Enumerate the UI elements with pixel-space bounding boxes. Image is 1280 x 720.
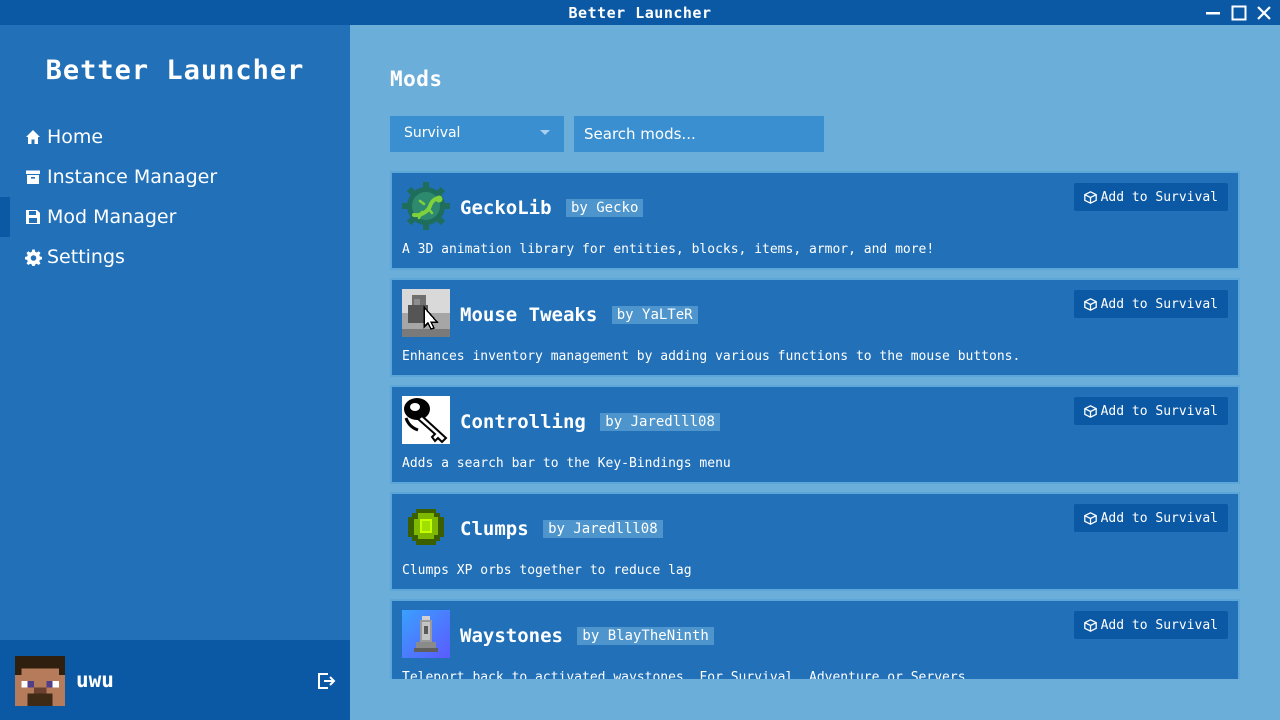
gecko-logo-icon [402,182,450,230]
mod-description: Enhances inventory management by adding … [402,349,1021,364]
xp-orb-icon [408,509,444,545]
mod-list: GeckoLib by Gecko A 3D animation library… [390,171,1240,679]
chevron-down-icon [540,130,550,135]
mod-card-mouse-tweaks: Mouse Tweaks by YaLTeR Enhances inventor… [390,278,1240,377]
title-bar: Better Launcher [0,0,1280,25]
sidebar-item-instance-manager[interactable]: Instance Manager [0,157,350,197]
add-to-instance-button[interactable]: Add to Survival [1073,183,1228,211]
app-brand: Better Launcher [45,55,305,86]
mod-title: Mouse Tweaks by YaLTeR [460,304,698,326]
box-icon [1083,297,1097,311]
avatar [15,656,65,706]
add-button-label: Add to Survival [1100,510,1218,526]
mod-author: by Gecko [565,199,644,217]
mod-description: Adds a search bar to the Key-Bindings me… [402,456,731,471]
mod-card-geckolib: GeckoLib by Gecko A 3D animation library… [390,171,1240,270]
sidebar-item-label: Settings [47,246,125,268]
close-button[interactable] [1251,0,1277,25]
search-input[interactable] [574,116,824,152]
add-to-instance-button[interactable]: Add to Survival [1073,611,1228,639]
mod-description: A 3D animation library for entities, blo… [402,242,935,257]
sidebar-item-mod-manager[interactable]: Mod Manager [0,197,350,237]
page-title: Mods [390,67,443,91]
sidebar-item-label: Home [47,126,104,148]
maximize-icon [1231,5,1247,20]
add-button-label: Add to Survival [1100,189,1218,205]
key-icon [402,396,450,444]
sidebar-item-settings[interactable]: Settings [0,237,350,277]
minimize-icon [1206,11,1220,14]
mod-name: Waystones [460,625,563,647]
home-icon [24,128,42,146]
mod-card-waystones: Waystones by BlayTheNinth Teleport back … [390,599,1240,679]
add-to-instance-button[interactable]: Add to Survival [1073,290,1228,318]
mod-author: by BlayTheNinth [577,627,714,645]
sidebar: Better Launcher Home Instance Manager Mo… [0,25,350,720]
box-icon [1083,404,1097,418]
mod-description: Teleport back to activated waystones. Fo… [402,670,974,679]
add-to-instance-button[interactable]: Add to Survival [1073,397,1228,425]
mod-name: Mouse Tweaks [460,304,598,326]
sidebar-nav: Home Instance Manager Mod Manager Settin… [0,117,350,277]
mod-title: Clumps by Jaredlll08 [460,518,663,540]
waystone-icon [402,610,450,658]
gear-icon [24,248,42,266]
main-content: Mods Survival Search mods... GeckoLib by… [350,25,1280,720]
box-icon [1083,190,1097,204]
mod-name: Clumps [460,518,529,540]
mod-name: GeckoLib [460,197,552,219]
box-icon [1083,511,1097,525]
sidebar-item-home[interactable]: Home [0,117,350,157]
mod-title: Controlling by Jaredlll08 [460,411,720,433]
floppy-icon [24,208,42,226]
mod-title: Waystones by BlayTheNinth [460,625,714,647]
mod-card-clumps: Clumps by Jaredlll08 Clumps XP orbs toge… [390,492,1240,591]
add-button-label: Add to Survival [1100,403,1218,419]
add-button-label: Add to Survival [1100,296,1218,312]
add-button-label: Add to Survival [1100,617,1218,633]
mod-author: by Jaredlll08 [543,520,663,538]
username: uwu [76,668,114,692]
user-panel: uwu [0,640,350,720]
close-icon [1257,5,1271,20]
box-icon [1083,618,1097,632]
instance-select-value: Survival [404,125,461,141]
sidebar-item-label: Instance Manager [47,166,218,188]
add-to-instance-button[interactable]: Add to Survival [1073,504,1228,532]
maximize-button[interactable] [1226,0,1252,25]
mod-author: by YaLTeR [611,306,698,324]
logout-icon[interactable] [316,671,336,691]
mod-card-controlling: Controlling by Jaredlll08 Adds a search … [390,385,1240,484]
minimize-button[interactable] [1200,0,1226,25]
instance-select[interactable]: Survival [390,116,564,152]
mod-title: GeckoLib by Gecko [460,197,644,219]
mouse-cursor-icon [402,289,450,337]
sidebar-item-label: Mod Manager [47,206,177,228]
window-title: Better Launcher [568,4,712,22]
mod-author: by Jaredlll08 [600,413,720,431]
mod-name: Controlling [460,411,586,433]
mod-description: Clumps XP orbs together to reduce lag [402,563,692,578]
archive-icon [24,168,42,186]
